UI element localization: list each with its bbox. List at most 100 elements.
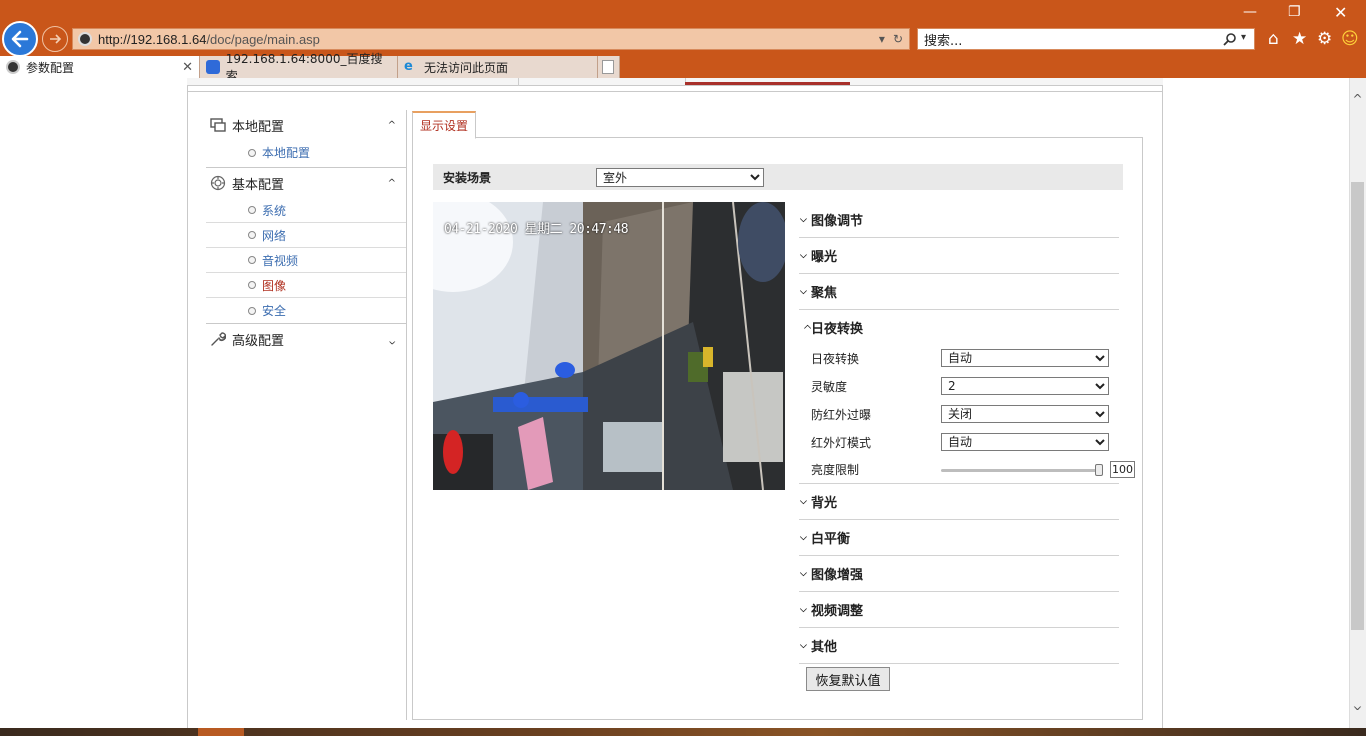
sidebar-group-label: 高级配置: [232, 333, 285, 349]
sidebar-item-image[interactable]: 图像: [206, 273, 406, 298]
ir-mode-row: 红外灯模式 自动: [799, 428, 1119, 456]
scene-label: 安装场景: [443, 170, 492, 185]
close-tab-icon[interactable]: ✕: [182, 60, 193, 75]
active-menu-indicator: [685, 82, 850, 85]
anti-ir-label: 防红外过曝: [811, 407, 872, 422]
chevron-down-icon: ⌵: [800, 496, 807, 507]
search-dropdown-icon[interactable]: ▾: [1241, 32, 1246, 46]
section-image-adjust[interactable]: ⌵ 图像调节: [799, 202, 1119, 238]
baidu-paw-icon: [206, 60, 220, 74]
sidebar-item-security[interactable]: 安全: [206, 298, 406, 323]
browser-tab-strip: 参数配置 ✕ 192.168.1.64:8000_百度搜索 e 无法访问此页面: [0, 52, 620, 83]
bullet-icon: [248, 206, 256, 214]
search-placeholder: 搜索...: [924, 33, 963, 49]
wrench-icon: [210, 331, 226, 347]
forward-arrow-icon: [50, 34, 62, 44]
section-focus[interactable]: ⌵ 聚焦: [799, 274, 1119, 310]
address-url[interactable]: http://192.168.1.64/doc/page/main.asp: [98, 32, 320, 47]
scrollbar-thumb[interactable]: [1351, 182, 1364, 630]
anti-ir-row: 防红外过曝 关闭: [799, 400, 1119, 428]
chevron-up-icon: ⌵: [804, 322, 811, 332]
address-bar[interactable]: http://192.168.1.64/doc/page/main.asp ▾ …: [72, 28, 910, 50]
section-video-adjust[interactable]: ⌵ 视频调整: [799, 592, 1119, 628]
search-icon[interactable]: [1223, 32, 1237, 46]
restore-defaults-button[interactable]: 恢复默认值: [806, 667, 890, 691]
day-night-mode-label: 日夜转换: [811, 351, 860, 366]
section-other[interactable]: ⌵ 其他: [799, 628, 1119, 664]
section-backlight[interactable]: ⌵ 背光: [799, 484, 1119, 520]
ir-mode-label: 红外灯模式: [811, 435, 872, 450]
sensitivity-row: 灵敏度 2: [799, 372, 1119, 400]
tab-label: 无法访问此页面: [424, 60, 509, 75]
bullet-icon: [248, 281, 256, 289]
content-tab-strip: 显示设置: [412, 111, 1143, 139]
sidebar-item-local-config[interactable]: 本地配置: [206, 140, 406, 165]
day-night-mode-row: 日夜转换 自动: [799, 344, 1119, 372]
tab-label: 参数配置: [26, 60, 75, 75]
chevron-down-icon: ⌵: [800, 640, 807, 651]
back-arrow-icon: [11, 30, 29, 48]
favorites-star-icon[interactable]: ★: [1292, 29, 1307, 49]
scene-select[interactable]: 室外: [596, 168, 764, 187]
day-night-mode-select[interactable]: 自动: [941, 349, 1109, 367]
chevron-down-icon: ⌵: [800, 214, 807, 225]
home-icon[interactable]: ⌂: [1268, 29, 1279, 49]
sensitivity-select[interactable]: 2: [941, 377, 1109, 395]
browser-tab-error[interactable]: e 无法访问此页面: [398, 56, 598, 78]
bullet-icon: [248, 306, 256, 315]
section-day-night[interactable]: ⌵ 日夜转换: [799, 310, 1119, 344]
sidebar-group-advanced[interactable]: 高级配置 ^: [206, 324, 406, 354]
sidebar-group-local[interactable]: 本地配置 ^: [206, 110, 406, 140]
browser-tab-baidu[interactable]: 192.168.1.64:8000_百度搜索: [200, 52, 398, 83]
sidebar-group-label: 基本配置: [232, 177, 285, 193]
scroll-down-icon[interactable]: ^: [1349, 698, 1366, 712]
forward-button[interactable]: [42, 26, 68, 52]
sidebar-item-audio-video[interactable]: 音视频: [206, 248, 406, 273]
chevron-down-icon: ⌵: [800, 568, 807, 579]
brightness-value-input[interactable]: 100: [1110, 461, 1135, 478]
browser-tab-active[interactable]: 参数配置 ✕: [0, 56, 200, 78]
section-exposure[interactable]: ⌵ 曝光: [799, 238, 1119, 274]
chevron-up-icon: ^: [387, 119, 396, 131]
restore-window-icon[interactable]: ❐: [1288, 4, 1301, 20]
section-white-balance[interactable]: ⌵ 白平衡: [799, 520, 1119, 556]
refresh-icon[interactable]: ↻: [893, 32, 903, 46]
chevron-down-icon: ⌵: [800, 286, 807, 297]
sidebar-item-system[interactable]: 系统: [206, 198, 406, 223]
address-dropdown-icon[interactable]: ▾: [879, 32, 885, 46]
chevron-down-icon: ⌵: [800, 532, 807, 543]
brightness-limit-row: 亮度限制 100: [799, 456, 1135, 484]
tab-display-settings[interactable]: 显示设置: [412, 111, 477, 139]
top-nav-strip: [187, 78, 1163, 86]
smiley-feedback-icon[interactable]: ☺: [1341, 29, 1359, 49]
sidebar-group-basic[interactable]: 基本配置 ^: [206, 168, 406, 198]
local-config-icon: [210, 117, 226, 133]
close-window-icon[interactable]: ✕: [1334, 3, 1347, 22]
anti-ir-select[interactable]: 关闭: [941, 405, 1109, 423]
camera-favicon-icon: [6, 60, 20, 74]
chevron-down-icon: ^: [387, 333, 396, 345]
sidebar-group-label: 本地配置: [232, 119, 285, 135]
brightness-slider-track[interactable]: [941, 469, 1103, 472]
bullet-icon: [248, 148, 256, 157]
section-image-enhance[interactable]: ⌵ 图像增强: [799, 556, 1119, 592]
search-box[interactable]: 搜索... ▾: [917, 28, 1255, 50]
scroll-up-icon[interactable]: ^: [1349, 92, 1366, 106]
site-favicon-icon: [78, 32, 92, 46]
chevron-down-icon: ⌵: [800, 604, 807, 615]
sensitivity-label: 灵敏度: [811, 379, 848, 394]
new-tab-button[interactable]: [598, 56, 620, 78]
os-taskbar: [0, 728, 1366, 736]
brightness-slider-handle[interactable]: [1095, 464, 1103, 476]
ir-mode-select[interactable]: 自动: [941, 433, 1109, 451]
sidebar-item-network[interactable]: 网络: [206, 223, 406, 248]
image-settings-panel: ⌵ 图像调节 ⌵ 曝光 ⌵ 聚焦 ⌵ 日夜转换 日夜转换 自动 灵敏度 2 防红外过曝 …: [799, 202, 1135, 664]
scene-row: 安装场景 室外: [433, 164, 1123, 190]
minimize-icon[interactable]: —: [1243, 4, 1257, 20]
settings-gear-icon[interactable]: ⚙: [1317, 29, 1332, 49]
chevron-down-icon: ⌵: [800, 250, 807, 261]
brightness-limit-label: 亮度限制: [811, 463, 860, 477]
camera-preview: [433, 202, 785, 490]
bullet-icon: [248, 256, 256, 264]
back-button[interactable]: [2, 21, 38, 57]
